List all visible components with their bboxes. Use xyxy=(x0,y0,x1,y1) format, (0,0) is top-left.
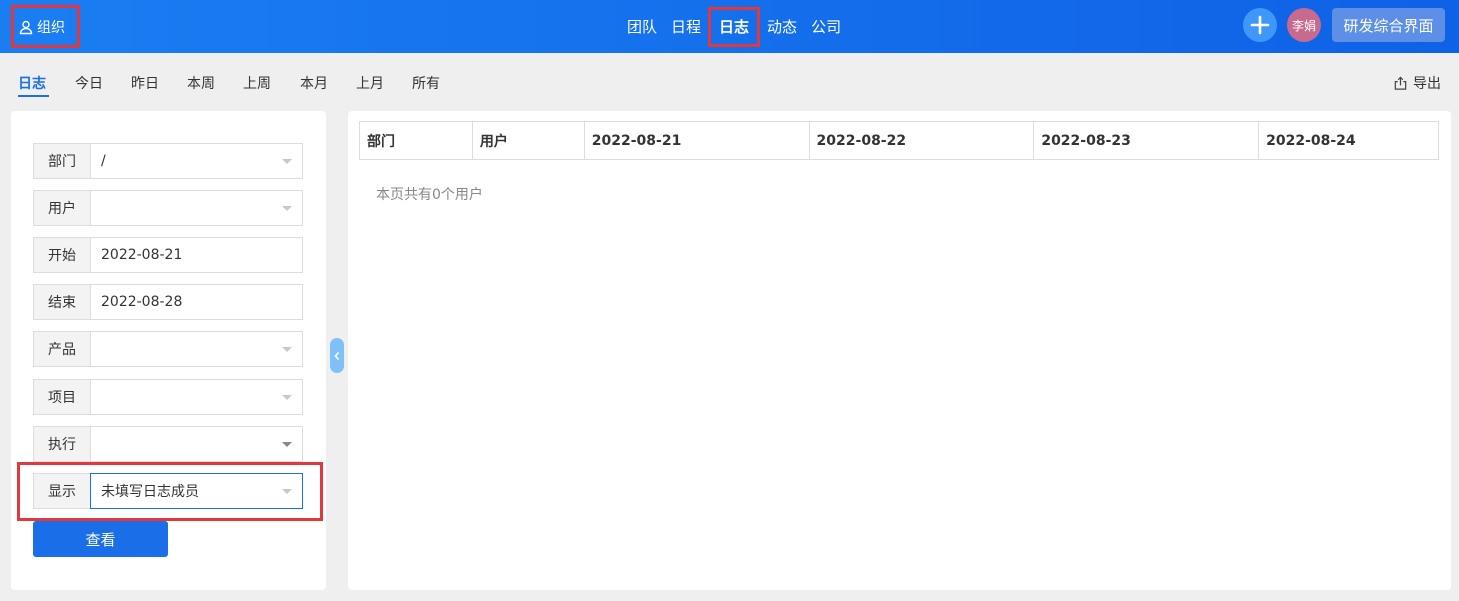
export-icon xyxy=(1394,76,1407,90)
top-bar: 组织 团队 日程 日志 动态 公司 李娟 研发综合界面 xyxy=(0,0,1459,53)
chevron-down-icon xyxy=(282,347,292,352)
collapse-panel-handle[interactable] xyxy=(330,338,344,373)
main-nav: 团队 日程 日志 动态 公司 xyxy=(620,0,848,53)
end-label: 结束 xyxy=(33,284,90,320)
export-button[interactable]: 导出 xyxy=(1393,73,1441,93)
user-icon xyxy=(19,20,33,34)
execution-select[interactable] xyxy=(90,426,303,462)
org-button[interactable]: 组织 xyxy=(11,5,80,48)
product-label: 产品 xyxy=(33,331,90,367)
start-label: 开始 xyxy=(33,237,90,273)
dept-label: 部门 xyxy=(33,143,90,179)
chevron-down-icon xyxy=(282,395,292,400)
end-value: 2022-08-28 xyxy=(101,294,183,310)
export-label: 导出 xyxy=(1413,76,1441,92)
tab-all[interactable]: 所有 xyxy=(412,73,440,93)
project-select[interactable] xyxy=(90,379,303,415)
chevron-down-icon xyxy=(282,206,292,211)
view-button[interactable]: 查看 xyxy=(33,521,168,557)
execution-label: 执行 xyxy=(33,426,90,462)
user-field: 用户 xyxy=(33,190,303,226)
display-select[interactable]: 未填写日志成员 xyxy=(90,473,303,509)
nav-team[interactable]: 团队 xyxy=(620,0,664,53)
tab-log[interactable]: 日志 xyxy=(18,73,46,93)
display-field: 显示 未填写日志成员 xyxy=(33,473,303,509)
start-date-input[interactable]: 2022-08-21 xyxy=(90,237,303,273)
chevron-left-icon xyxy=(334,351,340,360)
plus-icon xyxy=(1250,15,1270,35)
user-select[interactable] xyxy=(90,190,303,226)
column-header[interactable]: 2022-08-23 xyxy=(1033,121,1260,160)
chevron-down-icon xyxy=(282,159,292,164)
dept-select[interactable]: / xyxy=(90,143,303,179)
display-value: 未填写日志成员 xyxy=(101,484,199,500)
org-label: 组织 xyxy=(37,19,65,36)
sub-nav: 日志 今日 昨日 本周 上周 本月 上月 所有 导出 xyxy=(0,53,1459,108)
tab-this-month[interactable]: 本月 xyxy=(300,73,328,93)
active-tab-indicator xyxy=(18,95,49,97)
project-label: 项目 xyxy=(33,379,90,415)
chevron-down-icon xyxy=(282,442,292,447)
column-header[interactable]: 部门 xyxy=(359,121,473,160)
execution-field: 执行 xyxy=(33,426,303,462)
nav-company[interactable]: 公司 xyxy=(804,0,848,53)
nav-schedule[interactable]: 日程 xyxy=(664,0,708,53)
display-label: 显示 xyxy=(33,473,90,509)
start-field: 开始 2022-08-21 xyxy=(33,237,303,273)
tab-today[interactable]: 今日 xyxy=(75,73,103,93)
log-table: 部门 用户 2022-08-21 2022-08-22 2022-08-23 2… xyxy=(359,121,1439,160)
avatar[interactable]: 李娟 xyxy=(1287,8,1321,42)
empty-state-text: 本页共有0个用户 xyxy=(376,187,483,203)
column-header[interactable]: 2022-08-21 xyxy=(583,121,810,160)
end-date-input[interactable]: 2022-08-28 xyxy=(90,284,303,320)
create-button[interactable] xyxy=(1243,8,1277,42)
start-value: 2022-08-21 xyxy=(101,247,183,263)
product-select[interactable] xyxy=(90,331,303,367)
column-header[interactable]: 2022-08-22 xyxy=(808,121,1035,160)
column-header[interactable]: 用户 xyxy=(471,121,585,160)
nav-activity[interactable]: 动态 xyxy=(760,0,804,53)
user-label: 用户 xyxy=(33,190,90,226)
filter-panel: 部门 / 用户 开始 2022-08-21 结束 2022-08-28 产品 项… xyxy=(11,111,326,590)
dept-field: 部门 / xyxy=(33,143,303,179)
project-field: 项目 xyxy=(33,379,303,415)
end-field: 结束 2022-08-28 xyxy=(33,284,303,320)
tab-this-week[interactable]: 本周 xyxy=(187,73,215,93)
nav-log[interactable]: 日志 xyxy=(708,6,761,47)
product-field: 产品 xyxy=(33,331,303,367)
app-switch-button[interactable]: 研发综合界面 xyxy=(1332,8,1445,42)
tab-last-month[interactable]: 上月 xyxy=(356,73,384,93)
tab-yesterday[interactable]: 昨日 xyxy=(131,73,159,93)
column-header[interactable]: 2022-08-24 xyxy=(1258,121,1439,160)
table-header-row: 部门 用户 2022-08-21 2022-08-22 2022-08-23 2… xyxy=(359,121,1439,160)
log-table-panel: 部门 用户 2022-08-21 2022-08-22 2022-08-23 2… xyxy=(348,111,1451,590)
chevron-down-icon xyxy=(282,489,292,494)
tab-last-week[interactable]: 上周 xyxy=(243,73,271,93)
dept-value: / xyxy=(101,153,106,169)
